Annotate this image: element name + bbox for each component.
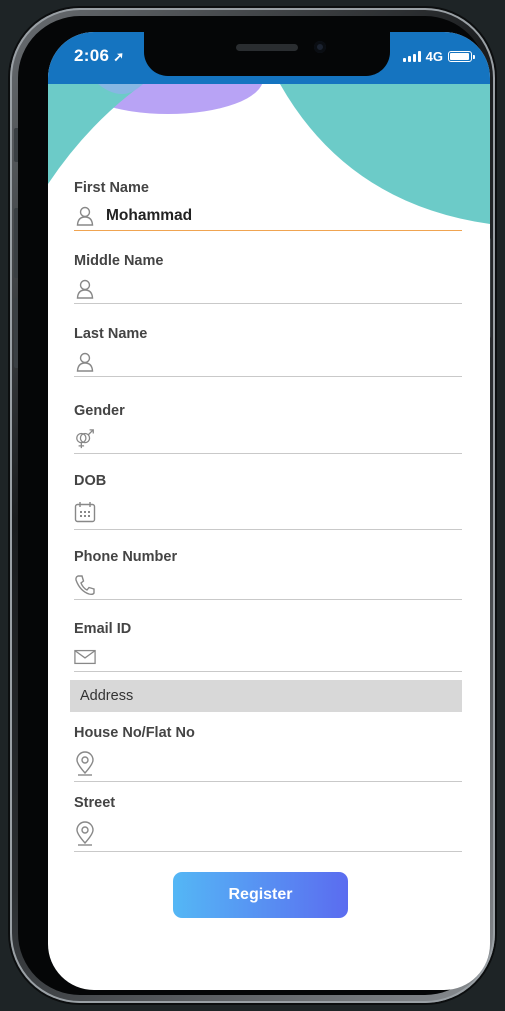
phone-icon [74,574,96,596]
address-section-header: Address [70,680,462,712]
gender-field: Gender [74,403,462,454]
mail-icon [74,646,96,668]
house-no-label: House No/Flat No [74,725,195,741]
app-screen: 2:06 ➚ 4G First Name Mohammad Middle Nam… [48,32,490,990]
register-button[interactable]: Register [173,872,348,918]
first-name-field: First Name Mohammad [74,180,462,231]
phone-input[interactable] [74,571,462,600]
middle-name-field: Middle Name [74,253,462,304]
notch [144,32,390,76]
signal-icon [402,51,421,62]
gender-label: Gender [74,403,125,419]
last-name-field: Last Name [74,326,462,377]
email-input[interactable] [74,643,462,672]
phone-field: Phone Number [74,549,462,600]
status-time: 2:06 ➚ [74,46,125,65]
phone-frame: 2:06 ➚ 4G First Name Mohammad Middle Nam… [10,8,495,1003]
location-pin-icon [74,821,96,846]
street-field: Street [74,795,462,852]
last-name-input[interactable] [74,348,462,377]
first-name-label: First Name [74,180,149,196]
first-name-value: Mohammad [106,207,193,224]
status-bar: 2:06 ➚ 4G [48,32,490,84]
location-pin-icon [74,751,96,776]
person-icon [74,351,96,373]
street-input[interactable] [74,817,462,852]
email-field: Email ID [74,621,462,672]
battery-icon [448,51,475,62]
person-icon [74,205,96,227]
first-name-input[interactable]: Mohammad [74,202,462,231]
status-indicators: 4G [402,49,475,64]
network-type: 4G [425,49,443,64]
phone-label: Phone Number [74,549,178,565]
front-camera [314,41,326,53]
house-no-input[interactable] [74,747,462,782]
middle-name-label: Middle Name [74,253,164,269]
gender-icon [74,428,96,450]
street-label: Street [74,795,116,811]
calendar-icon [74,501,96,523]
last-name-label: Last Name [74,326,148,342]
gender-input[interactable] [74,425,462,454]
speaker-grille [236,44,298,51]
email-label: Email ID [74,621,132,637]
dob-input[interactable] [74,495,462,530]
person-icon [74,278,96,300]
dob-label: DOB [74,473,107,489]
middle-name-input[interactable] [74,275,462,304]
dob-field: DOB [74,473,462,530]
house-no-field: House No/Flat No [74,725,462,782]
location-arrow-icon: ➚ [113,49,125,64]
